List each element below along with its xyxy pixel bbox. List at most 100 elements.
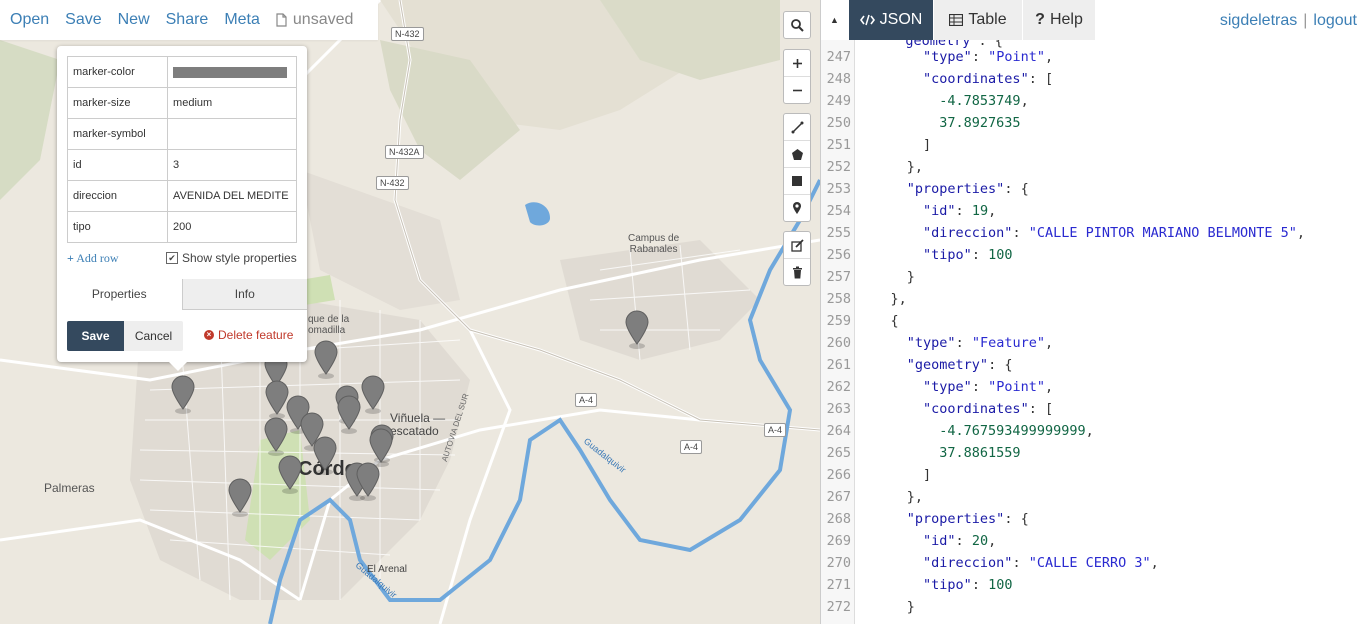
map-marker[interactable]: [228, 478, 252, 518]
menu-save[interactable]: Save: [57, 0, 109, 40]
draw-marker-button[interactable]: [784, 195, 810, 221]
code-line: "type": "Feature",: [906, 335, 1054, 351]
map-view[interactable]: N-432 N-432A N-432 A-4 A-4 A-4 Campus de…: [0, 0, 820, 624]
tab-json-label: JSON: [879, 11, 923, 28]
property-value[interactable]: AVENIDA DEL MEDITE: [167, 180, 297, 212]
code-line: {: [858, 313, 899, 329]
file-icon: [276, 13, 287, 27]
tab-info[interactable]: Info: [181, 279, 307, 310]
line-number: 254: [826, 203, 851, 219]
table-row: tipo 200: [66, 211, 297, 243]
line-number: 264: [826, 423, 851, 439]
code-line: },: [858, 489, 924, 505]
marker-icon: [793, 202, 801, 214]
menu-share[interactable]: Share: [158, 0, 217, 40]
map-marker[interactable]: [337, 395, 361, 435]
color-swatch[interactable]: [173, 66, 288, 78]
code-line: "id": 19,: [923, 203, 997, 219]
tab-help[interactable]: ? Help: [1023, 0, 1095, 40]
property-value[interactable]: 3: [167, 149, 297, 181]
code-line: "direccion": "CALLE CERRO 3",: [923, 555, 1159, 571]
map-marker[interactable]: [356, 462, 380, 502]
property-key[interactable]: direccion: [66, 180, 169, 212]
line-number: 249: [826, 93, 851, 109]
place-label-elarenal: El Arenal: [367, 564, 408, 575]
property-value[interactable]: [167, 118, 297, 150]
show-style-toggle[interactable]: ✔ Show style properties: [166, 251, 297, 265]
map-marker[interactable]: [313, 436, 337, 476]
edit-control: [783, 231, 811, 286]
zoom-in-button[interactable]: [784, 50, 810, 77]
property-key[interactable]: marker-color: [66, 56, 169, 88]
menu-open[interactable]: Open: [0, 0, 57, 40]
line-number: 256: [826, 247, 851, 263]
draw-line-button[interactable]: [784, 114, 810, 141]
map-marker[interactable]: [625, 310, 649, 350]
edit-layers-button[interactable]: [784, 232, 810, 259]
property-key[interactable]: marker-size: [66, 87, 169, 119]
line-number: 270: [826, 555, 851, 571]
trash-icon: [792, 266, 802, 278]
cancel-button[interactable]: Cancel: [124, 321, 183, 351]
logout-link[interactable]: logout: [1313, 12, 1357, 29]
tab-json[interactable]: JSON: [849, 0, 933, 40]
save-button[interactable]: Save: [67, 321, 124, 351]
plus-icon: [792, 58, 802, 68]
line-number: 253: [826, 181, 851, 197]
road-shield-a4: A-4: [764, 423, 787, 437]
edit-icon: [790, 238, 804, 252]
property-key[interactable]: id: [66, 149, 169, 181]
place-label-line: escatado: [390, 424, 439, 438]
polygon-icon: [791, 148, 803, 160]
property-value[interactable]: [167, 56, 297, 88]
line-number: 269: [826, 533, 851, 549]
minus-icon: [792, 89, 802, 91]
place-label-line: omadilla: [308, 325, 346, 336]
user-link[interactable]: sigdeletras: [1220, 12, 1297, 29]
collapse-pane-button[interactable]: ▲: [821, 0, 848, 40]
table-row: marker-symbol: [66, 118, 297, 150]
property-value[interactable]: medium: [167, 87, 297, 119]
zoom-control: [783, 49, 811, 104]
question-icon: ?: [1035, 11, 1045, 28]
tab-properties[interactable]: Properties: [57, 279, 182, 310]
delete-layers-button[interactable]: [784, 259, 810, 285]
map-marker[interactable]: [264, 417, 288, 457]
map-marker[interactable]: [361, 375, 385, 415]
delete-feature-button[interactable]: × Delete feature: [204, 328, 293, 342]
code-line: }: [858, 269, 915, 285]
line-number: 250: [826, 115, 851, 131]
caret-up-icon: ▲: [830, 15, 839, 25]
map-marker[interactable]: [278, 455, 302, 495]
line-number: 271: [826, 577, 851, 593]
search-button[interactable]: [784, 12, 810, 38]
menu-new[interactable]: New: [110, 0, 158, 40]
place-label-line: que de la: [308, 314, 350, 325]
menu-meta[interactable]: Meta: [216, 0, 268, 40]
close-circle-icon: ×: [204, 330, 214, 340]
line-number: 266: [826, 467, 851, 483]
delete-feature-label: Delete feature: [218, 328, 294, 342]
map-marker[interactable]: [314, 340, 338, 380]
property-value[interactable]: 200: [167, 211, 297, 243]
json-editor[interactable]: 247 248 249 250 251 252 253 254 255 256 257 258 259 2…: [821, 40, 1366, 624]
add-row-button[interactable]: + Add row: [67, 251, 119, 266]
draw-rectangle-button[interactable]: [784, 168, 810, 195]
top-menu: Open Save New Share Meta unsaved: [0, 0, 378, 40]
place-label-parque: que de la omadilla: [308, 314, 349, 336]
code-line: "geometry": {: [906, 357, 1013, 373]
search-icon: [790, 18, 804, 32]
property-key[interactable]: marker-symbol: [66, 118, 169, 150]
code-line: },: [858, 291, 907, 307]
map-marker[interactable]: [171, 375, 195, 415]
zoom-out-button[interactable]: [784, 77, 810, 103]
popup-tabs: Properties Info: [57, 279, 307, 310]
road-shield-n432: N-432: [376, 176, 409, 190]
code-line: },: [858, 159, 924, 175]
code-line: 37.8861559: [939, 445, 1021, 461]
tab-table[interactable]: Table: [934, 0, 1022, 40]
add-row-label: Add row: [76, 251, 119, 265]
checkbox-checked-icon[interactable]: ✔: [166, 252, 178, 264]
property-key[interactable]: tipo: [66, 211, 169, 243]
draw-polygon-button[interactable]: [784, 141, 810, 168]
